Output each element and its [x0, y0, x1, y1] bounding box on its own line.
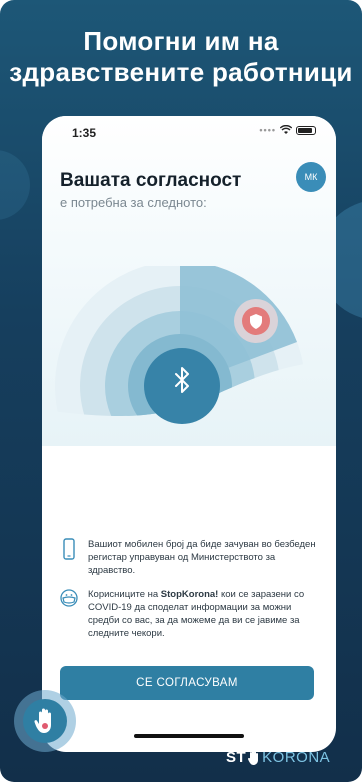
decor-circle — [0, 150, 30, 220]
stop-hand-badge — [14, 690, 76, 752]
brand-logo: ST KORONA — [226, 749, 330, 766]
headline-line-1: Помогни им на — [83, 26, 279, 56]
headline-line-2: здравствените работници — [9, 57, 353, 87]
status-icons: •••• — [259, 125, 316, 135]
language-button[interactable]: МК — [296, 162, 326, 192]
headline: Помогни им на здравствените работници — [0, 26, 362, 88]
signal-icon: •••• — [259, 125, 276, 135]
brand-stop: ST — [226, 749, 247, 766]
brand-korona: KORONA — [262, 749, 331, 766]
status-time: 1:35 — [72, 126, 97, 140]
hand-icon — [34, 708, 51, 733]
home-indicator[interactable] — [134, 734, 244, 738]
app-name: StopKorona! — [160, 589, 219, 600]
status-bar: 1:35 •••• — [62, 125, 320, 142]
bluetooth-illustration — [55, 266, 305, 424]
phone-icon — [63, 538, 75, 560]
consent-item-phone: Вашиот мобилен број да биде зачуван во б… — [60, 538, 318, 577]
consent-item-sharing: Корисниците на StopKorona! кои се заразе… — [60, 588, 318, 640]
phone-screen: 1:35 •••• МК Вашата согласност е потребн… — [42, 116, 336, 752]
page-title: Вашата согласност — [60, 170, 242, 191]
brand-hand-icon — [248, 750, 259, 765]
consent-item-text: Корисниците на StopKorona! кои се заразе… — [88, 589, 305, 639]
agree-button[interactable]: СЕ СОГЛАСУВАМ — [60, 666, 314, 700]
battery-icon — [296, 125, 316, 135]
store-screenshot: Помогни им на здравствените работници 1:… — [0, 0, 362, 782]
wifi-icon — [280, 125, 292, 134]
consent-item-text: Вашиот мобилен број да биде зачуван во б… — [88, 539, 316, 576]
page-subtitle: е потребна за следното: — [60, 195, 207, 210]
mask-face-icon — [60, 589, 78, 607]
